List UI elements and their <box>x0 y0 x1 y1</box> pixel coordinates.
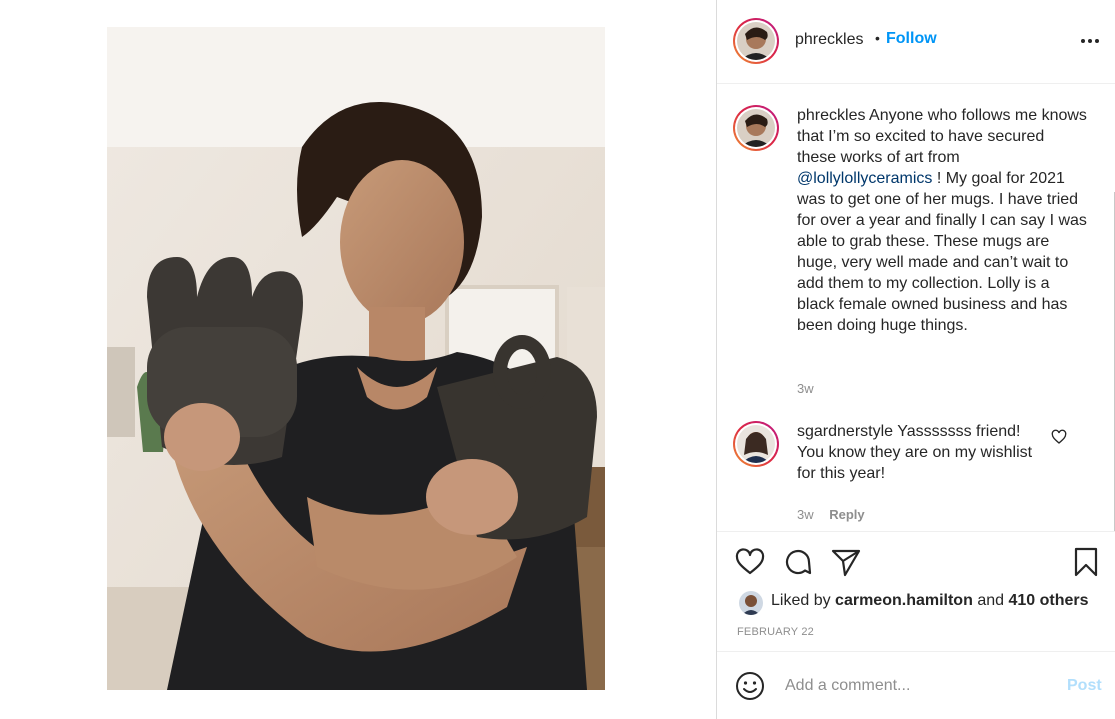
author-avatar-image <box>737 22 775 60</box>
liker-avatar[interactable] <box>739 591 763 615</box>
liker-username[interactable]: carmeon.hamilton <box>835 592 973 609</box>
comment-icon[interactable] <box>782 546 814 578</box>
share-icon[interactable] <box>830 546 862 578</box>
emoji-icon[interactable] <box>735 671 765 701</box>
caption-username[interactable]: phreckles <box>797 107 865 124</box>
likes-connector: and <box>977 592 1005 609</box>
follow-button[interactable]: Follow <box>886 30 937 48</box>
more-horizontal-icon[interactable] <box>1079 30 1101 52</box>
likes-others-link[interactable]: 410 others <box>1008 592 1088 609</box>
caption-comment: phreckles Anyone who follows me knows th… <box>733 105 1103 405</box>
bookmark-icon[interactable] <box>1070 546 1102 578</box>
separator-dot: • <box>875 30 880 46</box>
post-date[interactable]: FEBRUARY 22 <box>737 626 814 638</box>
caption-avatar-image <box>737 109 775 147</box>
comment-input[interactable] <box>785 673 1055 699</box>
instagram-post-page: phreckles • Follow phreckles Anyone who … <box>0 0 1115 719</box>
comment-text: sgardnerstyle Yasssssss friend! You know… <box>797 421 1047 484</box>
post-button[interactable]: Post <box>1067 677 1102 695</box>
commenter-avatar-image <box>737 425 775 463</box>
likes-prefix: Liked by <box>771 592 831 609</box>
post-actions: Liked by carmeon.hamilton and 410 others… <box>717 531 1115 651</box>
comments-list[interactable]: phreckles Anyone who follows me knows th… <box>717 85 1115 531</box>
heart-icon[interactable] <box>734 546 766 578</box>
like-comment-heart-icon[interactable] <box>1051 429 1067 445</box>
caption-mention-link[interactable]: @lollylollyceramics <box>797 170 932 187</box>
commenter-avatar[interactable] <box>733 421 779 467</box>
author-avatar[interactable] <box>733 18 779 64</box>
caption-body-after: ! My goal for 2021 was to get one of her… <box>797 170 1087 334</box>
comment-meta: 3w Reply <box>797 507 865 522</box>
caption-text: phreckles Anyone who follows me knows th… <box>797 105 1087 336</box>
reply-button[interactable]: Reply <box>829 507 864 522</box>
commenter-username[interactable]: sgardnerstyle <box>797 423 893 440</box>
comment-item: sgardnerstyle Yasssssss friend! You know… <box>733 421 1103 531</box>
post-header: phreckles • Follow <box>717 0 1115 84</box>
comment-timestamp[interactable]: 3w <box>797 507 814 522</box>
post-side-panel: phreckles • Follow phreckles Anyone who … <box>716 0 1115 719</box>
author-username[interactable]: phreckles <box>795 31 863 49</box>
caption-timestamp[interactable]: 3w <box>797 381 814 396</box>
caption-avatar[interactable] <box>733 105 779 151</box>
add-comment-bar: Post <box>717 651 1115 719</box>
post-media-area <box>0 0 716 719</box>
post-photo[interactable] <box>107 27 605 690</box>
